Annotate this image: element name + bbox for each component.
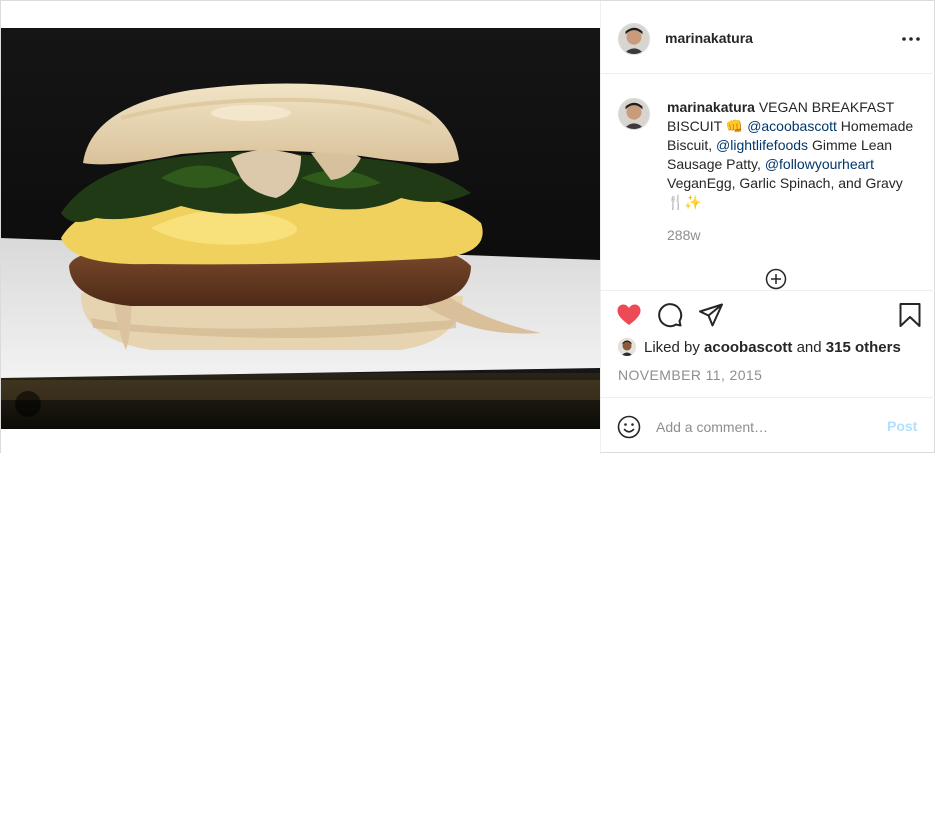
person-icon bbox=[229, 525, 400, 704]
liker-avatar[interactable] bbox=[618, 338, 636, 356]
speech-bubble-icon[interactable] bbox=[657, 302, 683, 328]
liked-by-user[interactable]: acoobascott bbox=[704, 339, 792, 356]
caption-text: VeganEgg, Garlic Spinach, and Gravy 🍴✨ bbox=[667, 175, 903, 210]
more-horizontal-icon[interactable] bbox=[899, 29, 923, 49]
post-comment-button[interactable]: Post bbox=[887, 418, 917, 434]
caption-author-avatar[interactable] bbox=[618, 98, 650, 130]
post-image[interactable] bbox=[1, 28, 600, 429]
post-date[interactable]: NOVEMBER 11, 2015 bbox=[618, 367, 762, 383]
caption-avatar-image bbox=[619, 99, 649, 129]
liker-avatar-image bbox=[618, 338, 636, 356]
tagged-people-button[interactable] bbox=[15, 391, 400, 704]
mention-link[interactable]: @lightlifefoods bbox=[716, 137, 808, 153]
heart-filled-icon[interactable] bbox=[616, 302, 642, 328]
post-photo-area[interactable] bbox=[1, 1, 600, 704]
post-header: marinakatura bbox=[601, 1, 935, 74]
mention-link[interactable]: @followyourheart bbox=[765, 156, 874, 172]
post-side-panel: marinakatura marinakatura VEGAN BREAKFAS… bbox=[600, 1, 935, 454]
add-comment-bar: Post bbox=[601, 397, 935, 454]
author-username[interactable]: marinakatura bbox=[665, 30, 753, 46]
comments-section[interactable]: marinakatura VEGAN BREAKFAST BISCUIT 👊 @… bbox=[601, 74, 935, 290]
post-card: marinakatura marinakatura VEGAN BREAKFAS… bbox=[0, 0, 935, 704]
comment-input[interactable] bbox=[656, 416, 876, 438]
caption-age[interactable]: 288w bbox=[667, 227, 700, 243]
plus-circle-icon[interactable] bbox=[765, 268, 787, 290]
author-avatar-image bbox=[619, 24, 649, 54]
post-caption: marinakatura VEGAN BREAKFAST BISCUIT 👊 @… bbox=[667, 98, 922, 212]
liked-by-and: and bbox=[792, 339, 826, 356]
bookmark-icon[interactable] bbox=[897, 302, 923, 328]
post-actions: Liked by acoobascott and 315 others NOVE… bbox=[601, 290, 935, 397]
liked-by-others-link[interactable]: 315 others bbox=[826, 339, 901, 356]
smiley-icon[interactable] bbox=[617, 415, 641, 439]
liked-by-prefix: Liked by bbox=[644, 339, 705, 356]
author-avatar[interactable] bbox=[618, 23, 650, 55]
caption-username[interactable]: marinakatura bbox=[667, 99, 755, 115]
paper-plane-icon[interactable] bbox=[698, 302, 724, 328]
mention-link[interactable]: @acoobascott bbox=[747, 118, 837, 134]
